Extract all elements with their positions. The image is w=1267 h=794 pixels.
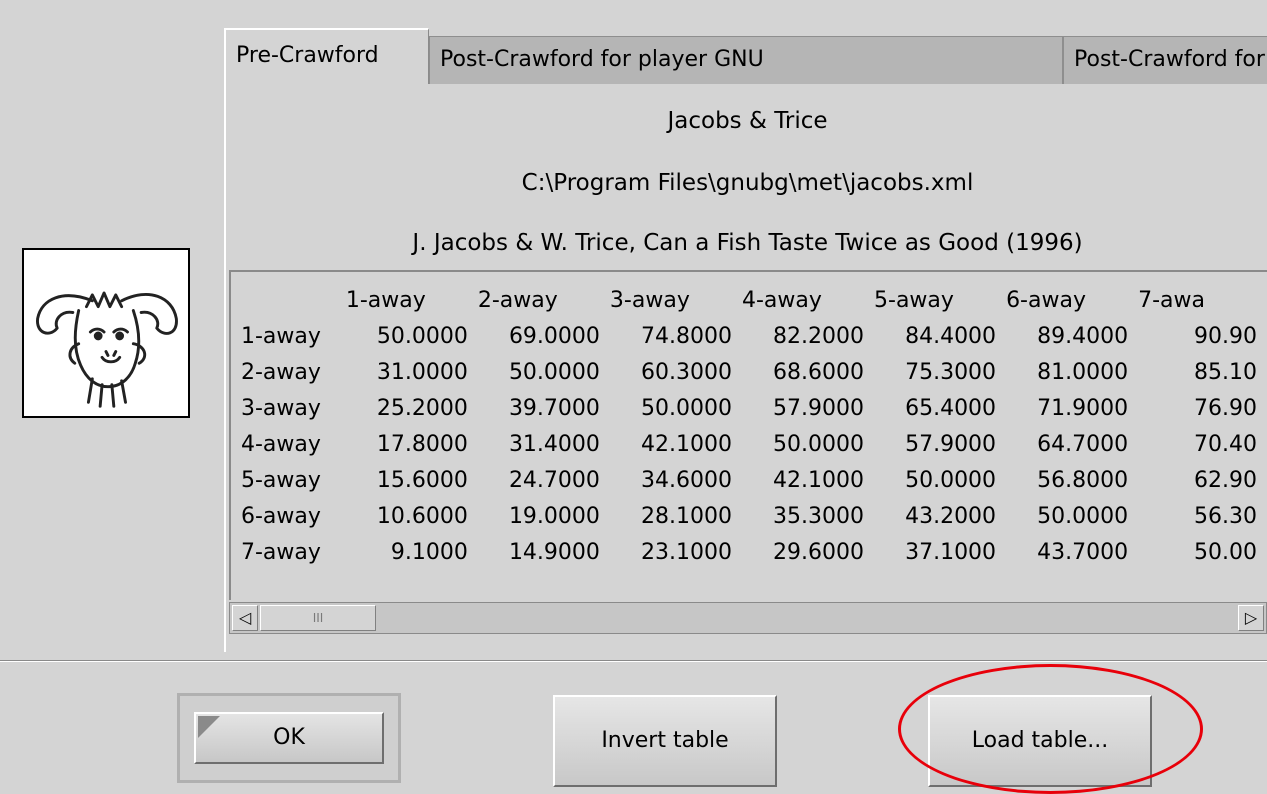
table-cell: 57.9000	[905, 431, 997, 457]
focus-corner-icon	[198, 716, 220, 738]
table-row: 6-away 10.6000 19.0000 28.1000 35.3000 43.200…	[241, 498, 1267, 534]
table-cell: 15.6000	[376, 467, 468, 493]
tab-bar: Post-Crawford for player GNU Post-Crawfo…	[224, 14, 1267, 98]
table-cell: 76.90	[1194, 395, 1257, 421]
ok-button[interactable]: OK	[194, 712, 384, 764]
table-cell: 28.1000	[640, 503, 732, 529]
gnu-head-icon	[22, 248, 190, 418]
scroll-right-icon[interactable]: ▷	[1238, 605, 1264, 631]
table-cell: 82.2000	[773, 323, 865, 349]
table-cell: 75.3000	[905, 359, 997, 385]
table-row: 5-away 15.6000 24.7000 34.6000 42.1000 50.000…	[241, 462, 1267, 498]
row-header: 4-away	[241, 431, 321, 457]
met-file-path: C:\Program Files\gnubg\met\jacobs.xml	[521, 170, 974, 196]
table-cell: 39.7000	[508, 395, 600, 421]
horizontal-scrollbar[interactable]: ◁ III ▷	[229, 602, 1267, 634]
table-cell: 90.90	[1194, 323, 1257, 349]
tab-post-crawford-gnu[interactable]: Post-Crawford for player GNU	[429, 36, 1063, 84]
table-cell: 24.7000	[508, 467, 600, 493]
ok-button-frame: OK	[177, 693, 401, 783]
table-cell: 43.7000	[1037, 539, 1129, 565]
met-dialog: Post-Crawford for player GNU Post-Crawfo…	[0, 0, 1267, 794]
table-cell: 34.6000	[640, 467, 732, 493]
table-cell: 37.1000	[905, 539, 997, 565]
table-cell: 35.3000	[773, 503, 865, 529]
table-cell: 64.7000	[1037, 431, 1129, 457]
table-cell: 50.0000	[376, 323, 468, 349]
met-description: J. Jacobs & W. Trice, Can a Fish Taste T…	[412, 230, 1083, 256]
table-cell: 42.1000	[640, 431, 732, 457]
table-header-row: 1-away 2-away 3-away 4-away 5-away 6-awa…	[241, 282, 1267, 318]
table-corner	[241, 282, 346, 318]
table-cell: 62.90	[1194, 467, 1257, 493]
table-cell: 57.9000	[773, 395, 865, 421]
column-header: 3-away	[609, 287, 690, 313]
table-cell: 56.8000	[1037, 467, 1129, 493]
table-cell: 23.1000	[640, 539, 732, 565]
table-cell: 14.9000	[508, 539, 600, 565]
column-header: 6-away	[1006, 287, 1086, 313]
table-cell: 65.4000	[905, 395, 997, 421]
table-cell: 71.9000	[1037, 395, 1129, 421]
table-cell: 31.4000	[508, 431, 600, 457]
table-cell: 69.0000	[508, 323, 600, 349]
table-cell: 19.0000	[508, 503, 600, 529]
table-cell: 43.2000	[905, 503, 997, 529]
table-cell: 56.30	[1194, 503, 1257, 529]
column-header: 2-away	[477, 287, 558, 313]
table-cell: 9.1000	[390, 539, 468, 565]
invert-table-button[interactable]: Invert table	[553, 695, 777, 787]
column-header: 5-away	[874, 287, 954, 313]
load-table-button[interactable]: Load table...	[928, 695, 1152, 787]
table-cell: 50.0000	[773, 431, 865, 457]
met-table: 1-away 2-away 3-away 4-away 5-away 6-awa…	[241, 282, 1267, 570]
table-row: 7-away 9.1000 14.9000 23.1000 29.6000 37.1000…	[241, 534, 1267, 570]
tab-post-crawford-albert[interactable]: Post-Crawford for player Albert	[1063, 36, 1267, 84]
met-name: Jacobs & Trice	[667, 108, 828, 134]
table-row: 1-away 50.0000 69.0000 74.8000 82.2000 84.400…	[241, 318, 1267, 354]
table-cell: 81.0000	[1037, 359, 1129, 385]
table-cell: 89.4000	[1037, 323, 1129, 349]
scroll-left-icon[interactable]: ◁	[232, 605, 258, 631]
table-cell: 42.1000	[773, 467, 865, 493]
table-cell: 68.6000	[773, 359, 865, 385]
table-cell: 84.4000	[905, 323, 997, 349]
column-header: 1-away	[345, 287, 426, 313]
table-cell: 50.0000	[508, 359, 600, 385]
table-cell: 50.0000	[640, 395, 732, 421]
column-header: 4-away	[741, 287, 822, 313]
row-header: 2-away	[241, 359, 321, 385]
row-header: 6-away	[241, 503, 321, 529]
table-cell: 31.0000	[376, 359, 468, 385]
table-cell: 29.6000	[773, 539, 865, 565]
table-row: 3-away 25.2000 39.7000 50.0000 57.9000 65.400…	[241, 390, 1267, 426]
scroll-thumb[interactable]: III	[260, 605, 376, 631]
row-header: 3-away	[241, 395, 321, 421]
table-cell: 85.10	[1194, 359, 1257, 385]
table-cell: 74.8000	[640, 323, 732, 349]
row-header: 7-away	[241, 539, 321, 565]
met-table-viewport: 1-away 2-away 3-away 4-away 5-away 6-awa…	[229, 270, 1267, 600]
table-row: 4-away 17.8000 31.4000 42.1000 50.0000 57.900…	[241, 426, 1267, 462]
row-header: 5-away	[241, 467, 321, 493]
table-cell: 60.3000	[640, 359, 732, 385]
table-row: 2-away 31.0000 50.0000 60.3000 68.6000 75.300…	[241, 354, 1267, 390]
table-cell: 10.6000	[376, 503, 468, 529]
column-header: 7-awa	[1138, 287, 1206, 313]
table-cell: 50.0000	[1037, 503, 1129, 529]
table-cell: 50.0000	[905, 467, 997, 493]
table-cell: 25.2000	[376, 395, 468, 421]
table-cell: 50.00	[1194, 539, 1257, 565]
table-cell: 70.40	[1194, 431, 1257, 457]
divider	[0, 660, 1267, 662]
table-cell: 17.8000	[376, 431, 468, 457]
row-header: 1-away	[241, 323, 321, 349]
